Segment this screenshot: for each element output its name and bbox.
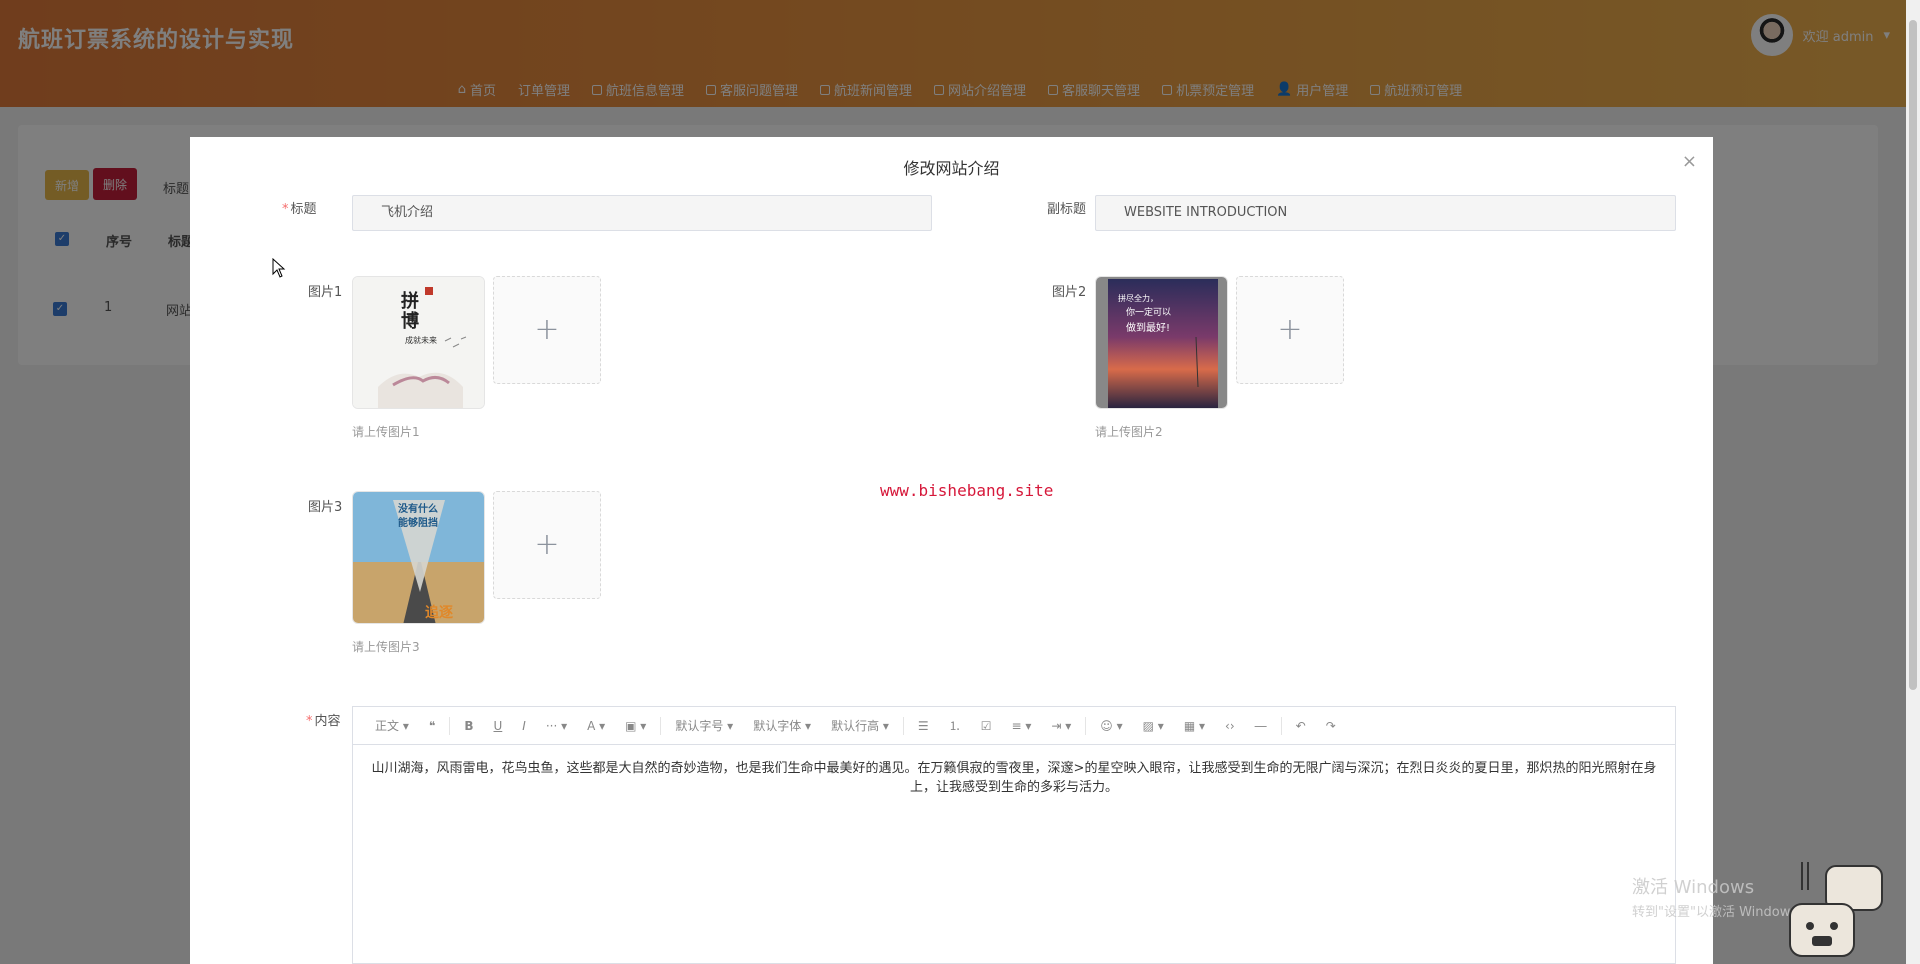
bullet-list-icon[interactable]: ☰	[908, 719, 939, 733]
editor-content[interactable]: 山川湖海，风雨雷电，花鸟虫鱼，这些都是大自然的奇妙造物，也是我们生命中最美好的遇…	[353, 745, 1675, 811]
plus-icon: +	[1277, 312, 1303, 347]
toolbar-divider	[1085, 716, 1087, 735]
image3-thumbnail[interactable]: 没有什么 能够阻挡 追逐	[352, 491, 485, 624]
align-icon[interactable]: ≡ ▾	[1001, 719, 1041, 733]
underline-icon[interactable]: U	[483, 719, 512, 733]
toolbar-divider	[902, 716, 904, 735]
mascot-sticker	[1789, 862, 1883, 957]
image2-picture: 拼尽全力， 你一定可以 做到最好!	[1096, 277, 1227, 408]
title-input[interactable]: 飞机介绍	[352, 195, 932, 231]
paragraph-select[interactable]: 正文 ▾	[365, 717, 419, 734]
image-icon[interactable]: ▨ ▾	[1133, 719, 1174, 733]
divider-icon[interactable]: ―	[1245, 719, 1277, 733]
bold-icon[interactable]: B	[454, 719, 483, 733]
svg-text:博: 博	[401, 310, 419, 332]
page-scrollbar[interactable]	[1906, 0, 1920, 964]
numbered-list-icon[interactable]: ⒈	[939, 717, 971, 734]
svg-text:做到最好!: 做到最好!	[1126, 321, 1170, 334]
font-family-select[interactable]: 默认字体 ▾	[743, 717, 821, 734]
svg-text:你一定可以: 你一定可以	[1126, 306, 1171, 318]
redo-icon[interactable]: ↷	[1316, 719, 1346, 733]
code-icon[interactable]: ‹›	[1215, 719, 1245, 733]
image2-upload-button[interactable]: +	[1236, 276, 1344, 384]
more-icon[interactable]: ··· ▾	[536, 719, 577, 733]
editor-toolbar: 正文 ▾ ❝ B U I ··· ▾ A ▾ ▣ ▾ 默认字号 ▾ 默认字体 ▾…	[353, 707, 1675, 745]
watermark-text: www.bishebang.site	[880, 481, 1054, 500]
mouse-cursor-icon	[272, 258, 286, 278]
dialog-title: 修改网站介绍	[903, 159, 1000, 178]
todo-icon[interactable]: ☑	[971, 719, 1002, 733]
svg-text:拼尽全力，: 拼尽全力，	[1118, 293, 1158, 303]
toolbar-divider	[1280, 716, 1282, 735]
toolbar-divider	[660, 716, 662, 735]
italic-icon[interactable]: I	[512, 719, 536, 733]
svg-text:没有什么: 没有什么	[398, 502, 438, 515]
toolbar-divider	[449, 716, 451, 735]
subtitle-label: 副标题	[1047, 202, 1087, 217]
close-icon[interactable]: ×	[1682, 151, 1697, 172]
font-color-icon[interactable]: A ▾	[577, 719, 615, 733]
image2-label: 图片2	[1052, 285, 1087, 300]
edit-dialog: 修改网站介绍 × * 标题 飞机介绍 副标题 WEBSITE INTRODUCTI…	[190, 137, 1713, 964]
image1-upload-button[interactable]: +	[493, 276, 601, 384]
line-height-select[interactable]: 默认行高 ▾	[821, 717, 899, 734]
title-label: * 标题	[282, 202, 317, 217]
indent-icon[interactable]: ⇥ ▾	[1041, 719, 1081, 733]
plus-icon: +	[534, 527, 560, 562]
svg-text:能够阻挡: 能够阻挡	[398, 516, 438, 529]
image1-picture: 拼 博 成就未来	[353, 277, 484, 408]
image3-label: 图片3	[308, 500, 343, 515]
image1-label: 图片1	[308, 285, 343, 300]
table-icon[interactable]: ▦ ▾	[1174, 719, 1215, 733]
image1-hint: 请上传图片1	[352, 425, 420, 439]
image1-thumbnail[interactable]: 拼 博 成就未来	[352, 276, 485, 409]
scrollbar-thumb[interactable]	[1909, 20, 1917, 690]
svg-text:追逐: 追逐	[425, 604, 453, 621]
image3-hint: 请上传图片3	[352, 640, 420, 654]
quote-icon[interactable]: ❝	[419, 719, 445, 733]
plus-icon: +	[534, 312, 560, 347]
image3-upload-button[interactable]: +	[493, 491, 601, 599]
image2-hint: 请上传图片2	[1095, 425, 1163, 439]
image2-thumbnail[interactable]: 拼尽全力， 你一定可以 做到最好!	[1095, 276, 1228, 409]
svg-text:拼: 拼	[401, 290, 419, 312]
emoji-icon[interactable]: ☺ ▾	[1090, 719, 1132, 733]
background-color-icon[interactable]: ▣ ▾	[615, 719, 656, 733]
content-label: * 内容	[306, 714, 341, 729]
rich-text-editor[interactable]: 正文 ▾ ❝ B U I ··· ▾ A ▾ ▣ ▾ 默认字号 ▾ 默认字体 ▾…	[352, 706, 1676, 964]
font-size-select[interactable]: 默认字号 ▾	[665, 717, 743, 734]
subtitle-input[interactable]: WEBSITE INTRODUCTION	[1095, 195, 1676, 231]
svg-text:成就未来: 成就未来	[405, 335, 437, 345]
undo-icon[interactable]: ↶	[1286, 719, 1316, 733]
image3-picture: 没有什么 能够阻挡 追逐	[353, 492, 484, 623]
